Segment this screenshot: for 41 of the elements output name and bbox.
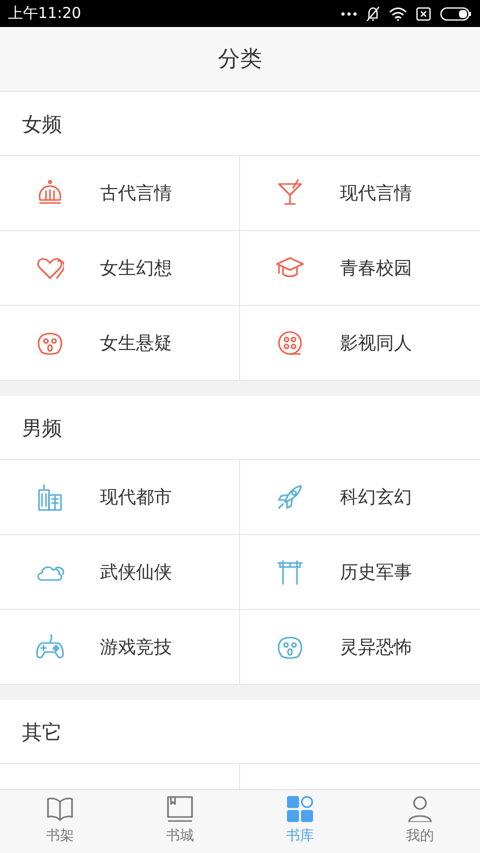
- category-item[interactable]: 女生幻想: [0, 231, 240, 306]
- category-label: 女生悬疑: [100, 332, 172, 356]
- category-label: 游戏竞技: [100, 636, 172, 660]
- section-title: 男频: [22, 414, 62, 442]
- book-icon: [166, 796, 194, 822]
- category-item[interactable]: 历史军事: [240, 535, 480, 610]
- tab[interactable]: 书架: [0, 790, 120, 853]
- category-label: 武侠仙侠: [100, 560, 172, 584]
- tab[interactable]: 我的: [360, 790, 480, 853]
- muted-bell-icon: [366, 6, 380, 22]
- battery-icon: [440, 6, 472, 20]
- category-item[interactable]: 影视同人: [240, 306, 480, 381]
- category-label: 影视同人: [340, 332, 412, 356]
- tab[interactable]: 书城: [120, 790, 240, 853]
- category-item[interactable]: 游戏竞技: [0, 610, 240, 685]
- section-title: 其它: [22, 718, 62, 746]
- category-label: 灵异恐怖: [340, 636, 412, 660]
- open-book-icon: [46, 796, 74, 822]
- wifi-icon: [389, 6, 407, 20]
- category-label: 古代言情: [100, 182, 172, 206]
- category-label: 现代言情: [340, 182, 412, 206]
- category-label: 现代都市: [100, 486, 172, 510]
- category-label: 科幻玄幻: [340, 486, 412, 510]
- person-icon: [406, 796, 434, 822]
- category-label: 青春校园: [340, 256, 412, 280]
- category-item[interactable]: 武侠仙侠: [0, 535, 240, 610]
- category-item[interactable]: 现代言情: [240, 156, 480, 231]
- category-item[interactable]: 现代都市: [0, 460, 240, 535]
- status-time: 上午11:20: [8, 3, 82, 24]
- page-title: 分类: [218, 46, 262, 74]
- category-label: 历史军事: [340, 560, 412, 584]
- category-label: 女生幻想: [100, 256, 172, 280]
- category-item[interactable]: 科幻玄幻: [240, 460, 480, 535]
- category-item[interactable]: 灵异恐怖: [240, 610, 480, 685]
- more-dots-icon: [341, 12, 357, 16]
- category-item[interactable]: 古代言情: [0, 156, 240, 231]
- sim-card-icon: [416, 6, 431, 20]
- category-item[interactable]: 女生悬疑: [0, 306, 240, 381]
- category-item[interactable]: 青春校园: [240, 231, 480, 306]
- grid-icon: [286, 796, 314, 822]
- section-title: 女频: [22, 110, 62, 138]
